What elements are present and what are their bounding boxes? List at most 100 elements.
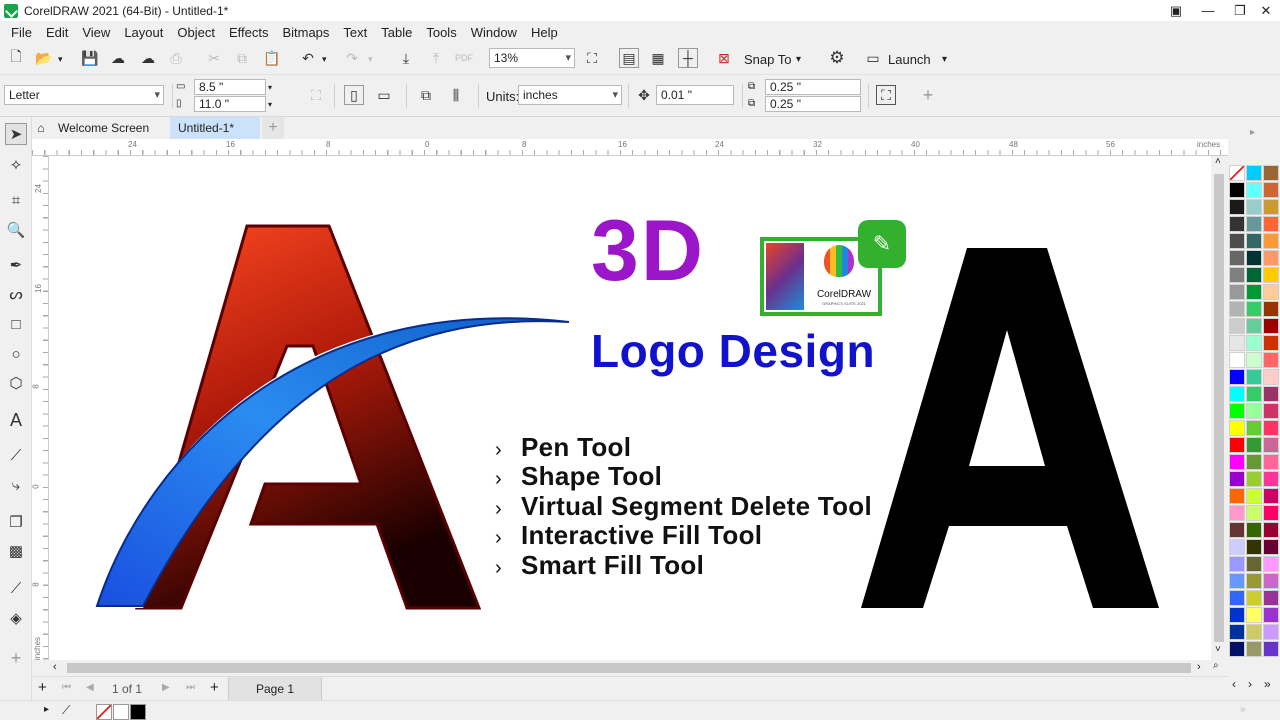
- scroll-down-icon[interactable]: ˅: [1215, 644, 1221, 655]
- color-swatch[interactable]: [1229, 539, 1245, 555]
- rulers-toggle-icon[interactable]: ▤: [619, 48, 639, 68]
- zoom-tool-icon[interactable]: 🔍: [5, 219, 27, 241]
- color-swatch[interactable]: [1263, 335, 1279, 351]
- color-swatch[interactable]: [1263, 369, 1279, 385]
- palette-scroll-right-icon[interactable]: ›: [1248, 677, 1252, 691]
- snap-to-button[interactable]: Snap To: [744, 48, 791, 70]
- import-icon[interactable]: ⤓: [396, 48, 416, 68]
- color-swatch[interactable]: [1263, 505, 1279, 521]
- palette-expand-icon[interactable]: ▸: [1250, 127, 1255, 138]
- color-swatch[interactable]: [1263, 437, 1279, 453]
- account-icon[interactable]: ▣: [1162, 0, 1190, 21]
- add-page-after-icon[interactable]: +: [210, 679, 219, 696]
- status-collapse-icon[interactable]: »: [1240, 704, 1246, 715]
- shape-tool-icon[interactable]: ⟡: [5, 153, 27, 175]
- polygon-tool-icon[interactable]: ⬡: [5, 372, 27, 394]
- color-swatch[interactable]: [1246, 454, 1262, 470]
- menu-layout[interactable]: Layout: [124, 25, 163, 40]
- no-color-swatch[interactable]: [1229, 165, 1245, 181]
- color-swatch[interactable]: [1246, 352, 1262, 368]
- add-page-before-icon[interactable]: +: [38, 679, 47, 696]
- export-icon[interactable]: ⤒: [426, 48, 446, 68]
- color-swatch[interactable]: [1263, 284, 1279, 300]
- color-swatch[interactable]: [1229, 182, 1245, 198]
- paste-icon[interactable]: 📋: [262, 48, 282, 68]
- vertical-ruler[interactable]: 24 16 8 0 8 inches: [32, 156, 49, 660]
- color-swatch[interactable]: [1246, 488, 1262, 504]
- color-swatch[interactable]: [1246, 318, 1262, 334]
- headline-3d[interactable]: 3D: [591, 208, 705, 294]
- export-pdf-icon[interactable]: PDF: [454, 48, 474, 68]
- color-swatch[interactable]: [1229, 420, 1245, 436]
- color-swatch[interactable]: [1229, 624, 1245, 640]
- color-swatch[interactable]: [1246, 369, 1262, 385]
- color-swatch[interactable]: [1263, 488, 1279, 504]
- horizontal-scroll-thumb[interactable]: [67, 663, 1191, 673]
- scroll-left-icon[interactable]: ‹: [53, 661, 57, 673]
- redo-icon[interactable]: ↷: [342, 48, 362, 68]
- color-swatch[interactable]: [1263, 573, 1279, 589]
- color-swatch[interactable]: [1246, 522, 1262, 538]
- cloud-share-icon[interactable]: ☁: [138, 48, 158, 68]
- pen-tool-icon[interactable]: ✒: [5, 254, 27, 276]
- color-swatch[interactable]: [1229, 318, 1245, 334]
- expand-status-icon[interactable]: ▸: [44, 704, 49, 715]
- color-swatch[interactable]: [1263, 301, 1279, 317]
- color-swatch[interactable]: [1263, 522, 1279, 538]
- page-size-select[interactable]: Letter: [4, 85, 164, 105]
- units-select[interactable]: inches: [518, 85, 622, 105]
- copy-icon[interactable]: ⧉: [232, 48, 252, 68]
- nudge-distance-input[interactable]: 0.01 ": [656, 85, 734, 105]
- grid-toggle-icon[interactable]: ▦: [648, 48, 668, 68]
- color-swatch[interactable]: [1263, 607, 1279, 623]
- color-swatch[interactable]: [1263, 539, 1279, 555]
- horizontal-ruler[interactable]: 24 16 8 0 8 16 24 32 40 48 56 inches: [32, 139, 1228, 156]
- color-swatch[interactable]: [1229, 250, 1245, 266]
- color-swatch[interactable]: [1246, 199, 1262, 215]
- color-swatch[interactable]: [1246, 267, 1262, 283]
- color-swatch[interactable]: [1246, 301, 1262, 317]
- last-page-icon[interactable]: ⏭: [186, 682, 195, 693]
- color-swatch[interactable]: [1229, 607, 1245, 623]
- color-swatch[interactable]: [1229, 216, 1245, 232]
- color-swatch[interactable]: [1263, 641, 1279, 657]
- add-page-size-icon[interactable]: +: [918, 85, 938, 105]
- color-swatch[interactable]: [1246, 505, 1262, 521]
- current-page-icon[interactable]: ⫼: [446, 85, 466, 105]
- fill-none-swatch[interactable]: [96, 704, 112, 720]
- color-swatch[interactable]: [1246, 182, 1262, 198]
- color-swatch[interactable]: [1246, 233, 1262, 249]
- all-pages-icon[interactable]: ⧉: [416, 85, 436, 105]
- color-swatch[interactable]: [1263, 318, 1279, 334]
- drawing-canvas[interactable]: 3D CorelDRAW GRAPHICS SUITE 2021 ✎ Logo …: [49, 156, 1211, 660]
- color-swatch[interactable]: [1246, 556, 1262, 572]
- color-swatch[interactable]: [1229, 573, 1245, 589]
- color-swatch[interactable]: [1246, 216, 1262, 232]
- redo-dropdown-icon[interactable]: ▾: [368, 48, 373, 70]
- color-swatch[interactable]: [1229, 403, 1245, 419]
- bullet-item[interactable]: › Virtual Segment Delete Tool: [495, 491, 872, 522]
- page-height-input[interactable]: 11.0 ": [194, 96, 266, 112]
- color-swatch[interactable]: [1246, 471, 1262, 487]
- headline-logo-design[interactable]: Logo Design: [591, 328, 875, 374]
- color-swatch[interactable]: [1229, 386, 1245, 402]
- landscape-icon[interactable]: ▭: [374, 85, 394, 105]
- pick-tool-icon[interactable]: ➤: [5, 123, 27, 145]
- next-page-icon[interactable]: ▶: [162, 682, 170, 693]
- snap-to-dropdown-icon[interactable]: ▾: [796, 48, 801, 70]
- color-swatch[interactable]: [1229, 267, 1245, 283]
- customize-toolbox-icon[interactable]: +: [5, 647, 27, 669]
- scroll-up-icon[interactable]: ˄: [1215, 156, 1221, 167]
- menu-view[interactable]: View: [82, 25, 110, 40]
- color-swatch[interactable]: [1263, 386, 1279, 402]
- color-swatch[interactable]: [1229, 488, 1245, 504]
- menu-effects[interactable]: Effects: [229, 25, 269, 40]
- menu-file[interactable]: File: [11, 25, 32, 40]
- color-swatch[interactable]: [1229, 369, 1245, 385]
- color-swatch[interactable]: [1229, 335, 1245, 351]
- color-swatch[interactable]: [1263, 165, 1279, 181]
- gear-icon[interactable]: ⚙: [827, 48, 847, 68]
- zoom-navigator-icon[interactable]: ⌕: [1213, 660, 1219, 671]
- outline-black-swatch[interactable]: [130, 704, 146, 720]
- color-swatch[interactable]: [1263, 420, 1279, 436]
